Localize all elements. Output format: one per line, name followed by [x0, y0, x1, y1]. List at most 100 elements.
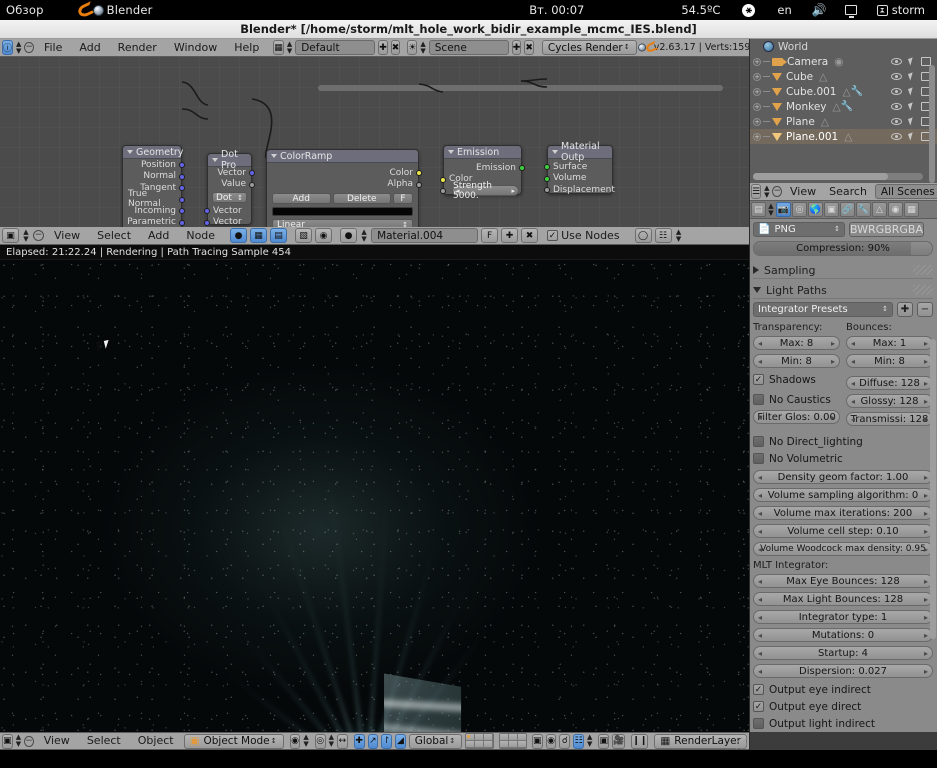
shadows-row[interactable]: ✓ Shadows: [753, 372, 840, 387]
rotate-manipulator-icon[interactable]: ↗: [367, 733, 379, 749]
editor-type-arrows-icon[interactable]: ▲ ▼: [16, 40, 21, 55]
outliner-vertical-scrollbar[interactable]: [929, 65, 935, 183]
material-browse-icon[interactable]: ●: [340, 228, 358, 243]
output-light-indirect-checkbox[interactable]: [753, 718, 764, 729]
volume-icon[interactable]: 🔊: [806, 0, 833, 20]
mesh-data-icon[interactable]: △: [833, 101, 841, 113]
node-colorramp-output-color[interactable]: Color: [267, 167, 422, 179]
node-emission-output[interactable]: Emission: [444, 162, 525, 174]
scale-manipulator-icon[interactable]: ↾: [381, 733, 393, 749]
node-collapse-icon[interactable]: [212, 158, 218, 162]
properties-scrollbar[interactable]: [930, 339, 936, 639]
shading-arrows-icon[interactable]: ▲ ▼: [303, 734, 308, 748]
compositing-nodes-icon[interactable]: ▦: [250, 228, 268, 243]
menu-render[interactable]: Render: [111, 39, 164, 56]
view3d-type-arrows-icon[interactable]: ▲ ▼: [16, 734, 21, 748]
add-preset-button[interactable]: ✚: [897, 302, 913, 317]
outliner-editor[interactable]: World + Camera ◉ + Cube △ + Cube.001 △ 🔧…: [749, 39, 937, 183]
outliner-row-monkey[interactable]: + Monkey △ 🔧: [749, 99, 937, 114]
render-ops-icon[interactable]: ▣: [598, 733, 610, 749]
taskbar-blender-entry[interactable]: Blender: [72, 0, 159, 20]
socket-strength-in[interactable]: [440, 188, 446, 194]
add-scene-icon[interactable]: ✚: [511, 40, 522, 55]
view3d-menu-object[interactable]: Object: [131, 733, 181, 749]
scene-name-field[interactable]: Scene: [428, 40, 509, 55]
selectable-icon[interactable]: [907, 72, 916, 81]
use-nodes-toggle[interactable]: ✓ Use Nodes: [547, 227, 620, 244]
socket-parametric[interactable]: [179, 219, 185, 226]
no-volumetric-checkbox[interactable]: [753, 453, 764, 464]
view3d-editor-icon[interactable]: ▣: [2, 733, 13, 749]
modifier-wrench-icon[interactable]: 🔧: [841, 101, 853, 112]
interaction-mode-selector[interactable]: ▣ Object Mode ↕: [183, 733, 284, 749]
dispersion-field[interactable]: ◂ Dispersion: 0.027 ▸: [753, 664, 933, 678]
screen-layout-name[interactable]: Default: [295, 40, 376, 55]
socket-position[interactable]: [179, 162, 185, 168]
node-collapse-icon[interactable]: [552, 150, 558, 154]
node-collapse-icon[interactable]: [448, 150, 454, 154]
snap-magnet-icon[interactable]: ☌: [559, 733, 571, 749]
node-colorramp[interactable]: ColorRamp Color Alpha Add Delete F Linea…: [266, 149, 422, 227]
collapse-menu-icon[interactable]: −: [772, 186, 783, 197]
color-mode-bw[interactable]: BW: [850, 223, 868, 236]
node-dot-input-vector-2[interactable]: Vector: [204, 217, 251, 227]
integrator-presets-dropdown[interactable]: Integrator Presets ↕: [753, 302, 893, 317]
colorramp-flip-button[interactable]: F: [393, 193, 413, 204]
render-layer-selector[interactable]: ▦ RenderLayer: [654, 733, 747, 749]
world-tab[interactable]: 🌎: [808, 202, 823, 217]
lock-camera-icon[interactable]: ▣: [531, 733, 543, 749]
node-material-output-header[interactable]: Material Outp: [548, 141, 612, 163]
visibility-icon[interactable]: [891, 103, 902, 110]
integrator-type-field[interactable]: ◂ Integrator type: 1 ▸: [753, 610, 933, 624]
node-material-output[interactable]: Material Outp Surface Volume Displacemen…: [544, 141, 615, 195]
scene-tab[interactable]: ◎: [792, 202, 807, 217]
camera-data-icon[interactable]: ◉: [834, 56, 843, 68]
info-editor-icon[interactable]: ⓘ: [2, 40, 14, 55]
transparency-max-field[interactable]: ◂ Max: 8 ▸: [753, 336, 840, 350]
max-light-bounces-field[interactable]: ◂ Max Light Bounces: 128 ▸: [753, 592, 933, 606]
socket-color-in[interactable]: [440, 176, 446, 183]
socket-color-out[interactable]: [416, 170, 422, 176]
socket-in-vector-2[interactable]: [204, 219, 210, 226]
node-editor-icon[interactable]: ▣: [2, 228, 19, 243]
node-dot-output-vector[interactable]: Vector: [208, 167, 255, 179]
outliner-menu-view[interactable]: View: [785, 183, 821, 200]
object-tab[interactable]: ▣: [824, 202, 839, 217]
transform-orientation-selector[interactable]: Global ↕: [408, 733, 463, 749]
volume-max-iterations-field[interactable]: ◂ Volume max iterations: 200 ▸: [753, 506, 933, 520]
colorramp-add-button[interactable]: Add: [272, 193, 331, 204]
color-mode-rgba[interactable]: RGBA: [892, 223, 923, 236]
area-resize-grip[interactable]: [736, 737, 748, 749]
visibility-icon[interactable]: [891, 118, 902, 125]
shadows-checkbox[interactable]: ✓: [753, 374, 764, 385]
mesh-data-icon[interactable]: △: [844, 131, 852, 143]
properties-editor-icon[interactable]: ▤: [751, 202, 766, 217]
collapse-menu-icon[interactable]: −: [33, 230, 44, 241]
node-editor-canvas[interactable]: Geometry Position Normal Tangent True No…: [0, 57, 749, 227]
expand-icon[interactable]: +: [753, 117, 761, 126]
section-light-paths[interactable]: Light Paths: [753, 282, 933, 299]
color-mode-rgb[interactable]: RGB: [868, 223, 892, 236]
os-language-indicator[interactable]: en: [771, 0, 797, 20]
display-icon[interactable]: [839, 0, 863, 20]
visibility-icon[interactable]: [891, 73, 902, 80]
node-geometry-header[interactable]: Geometry: [123, 146, 183, 159]
max-eye-bounces-field[interactable]: ◂ Max Eye Bounces: 128 ▸: [753, 574, 933, 588]
outliner-row-cube-001[interactable]: + Cube.001 △ 🔧: [749, 84, 937, 99]
accessibility-icon[interactable]: ⚹: [736, 0, 761, 20]
node-output-input-volume[interactable]: Volume: [544, 173, 612, 185]
visibility-icon[interactable]: [891, 88, 902, 95]
no-volumetric-row[interactable]: No Volumetric: [753, 451, 933, 466]
socket-alpha-out[interactable]: [416, 181, 422, 188]
node-output-incoming[interactable]: Incoming: [123, 205, 185, 217]
pivot-arrows-icon[interactable]: ▲ ▼: [329, 734, 334, 748]
object-shading-icon[interactable]: ▧: [295, 228, 313, 243]
constraints-tab[interactable]: 🔗: [840, 202, 855, 217]
menu-file[interactable]: File: [37, 39, 69, 56]
unlink-material-icon[interactable]: ✖: [521, 228, 539, 243]
no-direct-lighting-checkbox[interactable]: [753, 436, 764, 447]
diffuse-bounces-field[interactable]: ◂ Diffuse: 128 ▸: [846, 376, 933, 390]
selectable-icon[interactable]: [907, 57, 916, 66]
remove-preset-button[interactable]: −: [917, 302, 933, 317]
socket-displacement[interactable]: [544, 187, 550, 193]
